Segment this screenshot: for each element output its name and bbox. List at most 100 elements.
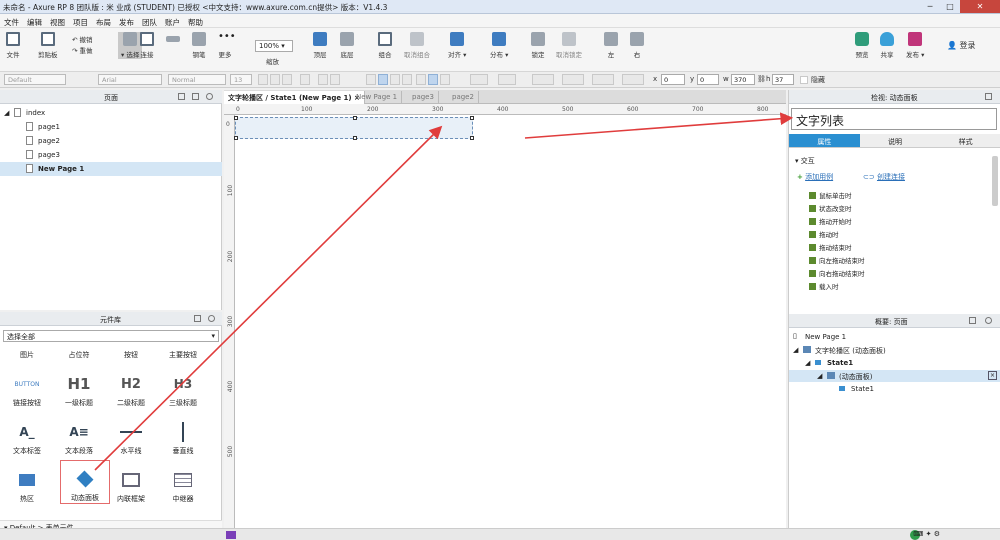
widget-name-input[interactable]: 文字列表 [791,108,997,130]
design-canvas[interactable]: 0 100 200 300 400 500 600 700 800 0 100 … [224,104,786,536]
widget-primary-button[interactable]: 主要按钮 [158,350,208,360]
menu-help[interactable]: 帮助 [184,14,207,27]
tab-properties[interactable]: 属性 [789,134,860,147]
lock-button[interactable]: 锁定 [531,32,545,59]
create-link-link[interactable]: ⊂⊃ 创建连接 [863,172,905,182]
menu-project[interactable]: 项目 [69,14,92,27]
text-color-button[interactable] [300,74,310,85]
event-item[interactable]: 状态改变时 [809,203,852,215]
widget-h2[interactable]: H2 二级标题 [106,372,156,408]
resize-handle[interactable] [470,116,474,120]
page-item-index[interactable]: ◢ index [0,106,222,120]
menu-team[interactable]: 团队 [138,14,161,27]
widget-h3[interactable]: H3 三级标题 [158,372,208,408]
align-center-text-button[interactable] [378,74,388,85]
list-button[interactable] [330,74,340,85]
clipboard-button[interactable]: 剪贴板 [38,32,58,59]
hidden-checkbox[interactable] [800,76,808,84]
select-button[interactable]: ▾ 选择 [118,32,143,59]
bullets-button[interactable] [318,74,328,85]
outline-item[interactable]: ▯ New Page 1 [789,331,1000,343]
tab-style[interactable]: 样式 [930,134,1000,147]
outline-item-selected[interactable]: ◢ (动态面板) × [789,370,1000,382]
widget-repeater[interactable]: 中继器 [158,468,208,504]
file-button[interactable]: 文件 [6,32,20,59]
widget-inline-frame[interactable]: 内联框架 [106,468,156,504]
widget-dynamic-panel[interactable]: 动态面板 [60,460,110,504]
event-item[interactable]: 拖动时 [809,229,839,241]
widget-vertical-line[interactable]: 垂直线 [158,420,208,456]
bottom-button[interactable]: 底层 [340,32,354,59]
valign-bottom-button[interactable] [440,74,450,85]
event-item[interactable]: 向左拖动结束时 [809,255,865,267]
event-item[interactable]: 拖动开始时 [809,216,852,228]
align-left-text-button[interactable] [366,74,376,85]
redo-button[interactable]: ↷ 重做 [72,45,93,55]
menu-layout[interactable]: 布局 [92,14,115,27]
page-item-page3[interactable]: page3 [0,148,222,162]
menu-publish[interactable]: 发布 [115,14,138,27]
fill-color-button[interactable] [470,74,488,85]
remove-icon[interactable]: × [988,371,997,380]
valign-middle-button[interactable] [428,74,438,85]
more-button[interactable]: ••• 更多 [218,32,236,60]
dynamic-panel-widget[interactable] [234,116,474,140]
close-icon[interactable]: ✕ [960,0,1000,13]
menu-edit[interactable]: 编辑 [23,14,46,27]
menu-file[interactable]: 文件 [0,14,23,27]
maximize-icon[interactable]: □ [940,0,960,13]
align-button[interactable]: 对齐 ▾ [448,32,466,59]
inspector-scrollbar[interactable] [992,156,998,206]
size-select[interactable]: 13 [230,74,252,85]
search-icon[interactable] [208,315,215,322]
widget-button[interactable]: 按钮 [106,350,156,360]
widget-horizontal-line[interactable]: 水平线 [106,420,156,456]
event-item[interactable]: 向右拖动结束时 [809,268,865,280]
add-folder-icon[interactable] [192,93,199,100]
tab-new-page-1[interactable]: New Page 1 [352,91,403,104]
outline-item[interactable]: State1 [789,383,1000,395]
valign-top-button[interactable] [416,74,426,85]
x-input[interactable]: 0 [661,74,685,85]
event-item[interactable]: 载入时 [809,281,839,293]
shadow-button[interactable] [498,74,516,85]
widget-hotspot[interactable]: 热区 [2,468,52,504]
ungroup-button[interactable]: 取消组合 [404,32,430,59]
group-button[interactable]: 组合 [378,32,392,59]
font-select[interactable]: Arial [98,74,162,85]
align-right-button[interactable]: 右 [630,32,644,59]
style-select[interactable]: Default [4,74,66,85]
tab-page3[interactable]: page3 [408,91,439,104]
pen-button[interactable]: 钢笔 [192,32,206,59]
h-input[interactable]: 37 [772,74,794,85]
resize-handle[interactable] [234,116,238,120]
outline-item[interactable]: ◢ 文字轮播区 (动态面板) [789,344,1000,356]
library-filter-select[interactable]: 选择全部 ▾ [3,330,219,342]
underline-button[interactable] [282,74,292,85]
y-input[interactable]: 0 [697,74,719,85]
widget-placeholder[interactable]: 占位符 [54,350,104,360]
login-button[interactable]: 👤 登录 [947,40,976,51]
bold-button[interactable] [258,74,268,85]
notes-icon[interactable] [985,93,992,100]
filter-icon[interactable] [969,317,976,324]
menu-account[interactable]: 账户 [161,14,184,27]
outline-item[interactable]: ◢ State1 [789,357,1000,369]
widget-link-button[interactable]: BUTTON 链接按钮 [2,372,52,408]
distribute-button[interactable]: 分布 ▾ [490,32,508,59]
interaction-section[interactable]: ▾ 交互 [795,156,815,166]
menu-icon[interactable] [194,315,201,322]
arrow-style-button[interactable] [622,74,644,85]
widget-text-label[interactable]: A_ 文本标签 [2,420,52,456]
border-color-button[interactable] [532,74,554,85]
resize-handle[interactable] [234,136,238,140]
align-left-button[interactable]: 左 [604,32,618,59]
search-icon[interactable] [206,93,213,100]
minimize-icon[interactable]: ─ [920,0,940,13]
event-item[interactable]: 鼠标单击时 [809,190,852,202]
separator-icon-btn[interactable] [166,32,180,54]
border-width-button[interactable] [562,74,584,85]
publish-button[interactable]: 发布 ▾ [906,32,924,59]
page-item-page1[interactable]: page1 [0,120,222,134]
widget-image[interactable]: 图片 [2,350,52,360]
